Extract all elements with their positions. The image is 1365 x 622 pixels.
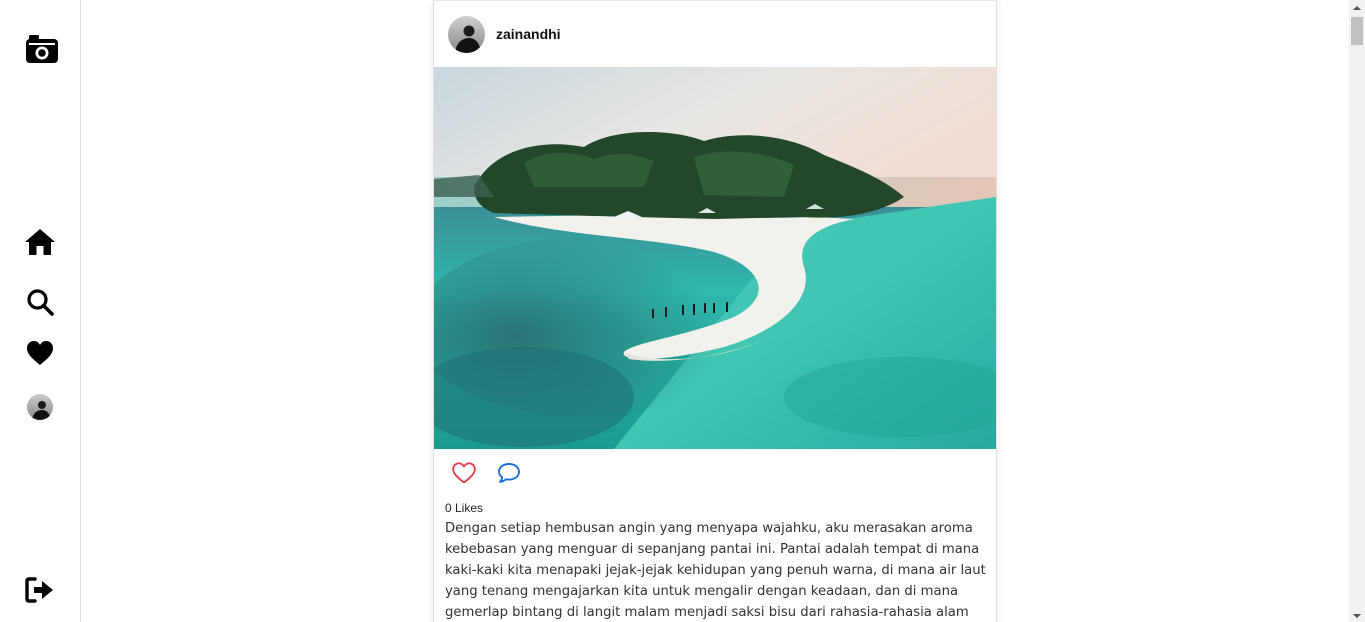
- post-username[interactable]: zainandhi: [496, 26, 561, 42]
- post-avatar[interactable]: [448, 16, 485, 53]
- sidebar: [0, 0, 81, 622]
- post-header: zainandhi: [434, 1, 996, 67]
- heart-icon[interactable]: [25, 339, 55, 367]
- comment-icon[interactable]: [497, 462, 521, 484]
- camera-icon[interactable]: [24, 33, 60, 65]
- post-caption: Dengan setiap hembusan angin yang menyap…: [445, 521, 986, 620]
- post-actions: [434, 449, 996, 497]
- post-card: zainandhi 0 Likes Dengan setiap hembusan…: [433, 0, 997, 622]
- scroll-thumb[interactable]: [1351, 17, 1363, 45]
- scroll-up-arrow-icon[interactable]: [1349, 0, 1365, 14]
- search-icon[interactable]: [25, 287, 55, 317]
- likes-count: 0 Likes: [445, 501, 484, 515]
- post-image: [434, 67, 996, 449]
- scroll-down-arrow-icon[interactable]: [1349, 608, 1365, 622]
- avatar[interactable]: [27, 394, 53, 420]
- home-icon[interactable]: [24, 227, 56, 257]
- like-heart-icon[interactable]: [452, 462, 476, 484]
- logout-icon[interactable]: [25, 577, 55, 603]
- page-scrollbar[interactable]: [1349, 0, 1365, 622]
